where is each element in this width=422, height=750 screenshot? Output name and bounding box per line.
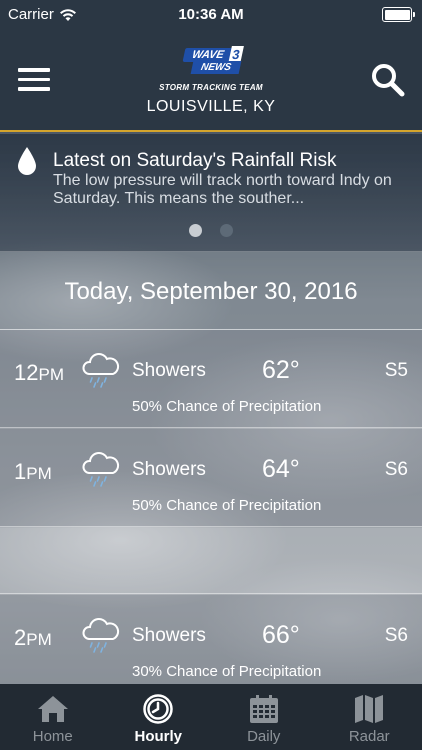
condition-label: Showers [132, 459, 206, 480]
temperature: 64° [262, 455, 300, 483]
station-logo: WAVE 3 NEWS STORM TRACKING TEAM LOUISVIL… [0, 46, 422, 116]
news-body: The low pressure will track north toward… [53, 172, 392, 207]
precip-chance: 30% Chance of Precipitation [132, 663, 322, 680]
hour-value: 2 [14, 625, 27, 650]
tab-daily-label: Daily [247, 728, 281, 745]
wind: S6 [384, 625, 408, 646]
page-dot[interactable] [220, 224, 234, 237]
map-icon [355, 695, 384, 723]
tab-hourly-label: Hourly [134, 728, 182, 745]
clock-icon [143, 694, 173, 724]
hour-time: 2PM [14, 625, 52, 651]
tab-bar: Home Hourly Daily Radar [0, 684, 422, 750]
tab-radar-label: Radar [348, 728, 390, 745]
status-bar: Carrier 10:36 AM [0, 0, 422, 30]
hour-value: 12 [14, 360, 39, 385]
hour-time: 1PM [14, 459, 52, 485]
logo-wave-text: WAVE [182, 48, 234, 62]
location-label: LOUISVILLE, KY [146, 98, 276, 115]
page-indicator [0, 224, 422, 242]
raindrop-icon [18, 147, 36, 175]
tab-home[interactable]: Home [0, 684, 106, 750]
search-button[interactable] [370, 62, 406, 98]
hour-ampm: PM [38, 365, 64, 384]
wind: S6 [384, 459, 408, 480]
row-divider-spacer [0, 528, 422, 594]
app-header: WAVE 3 NEWS STORM TRACKING TEAM LOUISVIL… [0, 30, 422, 132]
hour-time: 12PM [14, 360, 64, 386]
page-dot-active[interactable] [188, 224, 202, 237]
calendar-icon [249, 695, 278, 723]
cloud-rain-icon [82, 353, 120, 388]
condition-label: Showers [132, 625, 206, 646]
tab-home-label: Home [32, 728, 73, 745]
date-header: Today, September 30, 2016 [0, 252, 422, 330]
hourly-row[interactable]: 1PM Showers 64° S6 50% Chance of Precipi… [0, 429, 422, 527]
condition-label: Showers [132, 360, 206, 381]
wind: S5 [384, 360, 408, 381]
precip-chance: 50% Chance of Precipitation [132, 497, 322, 514]
tab-radar[interactable]: Radar [317, 684, 422, 750]
logo-subtitle: STORM TRACKING TEAM [159, 83, 263, 92]
precip-chance: 50% Chance of Precipitation [132, 398, 322, 415]
news-banner[interactable]: Latest on Saturday's Rainfall Risk The l… [0, 134, 422, 252]
cloud-rain-icon [82, 452, 120, 487]
temperature: 62° [262, 356, 300, 384]
cloud-rain-icon [82, 618, 120, 653]
news-title: Latest on Saturday's Rainfall Risk [53, 150, 337, 171]
logo-news-text: NEWS [190, 61, 242, 74]
wave3-logo: WAVE 3 NEWS [176, 46, 246, 76]
hour-ampm: PM [26, 464, 52, 483]
hour-value: 1 [14, 459, 27, 484]
tab-hourly[interactable]: Hourly [106, 684, 212, 750]
search-icon [372, 64, 405, 97]
home-icon [37, 696, 68, 722]
hourly-row[interactable]: 12PM Showers 62° S5 50% Chance of Precip… [0, 330, 422, 428]
battery-icon [382, 7, 415, 22]
hour-ampm: PM [26, 630, 52, 649]
hourly-row[interactable]: 2PM Showers 66° S6 30% Chance of Precipi… [0, 595, 422, 693]
status-time: 10:36 AM [178, 6, 244, 23]
tab-daily[interactable]: Daily [211, 684, 317, 750]
temperature: 66° [262, 621, 300, 649]
